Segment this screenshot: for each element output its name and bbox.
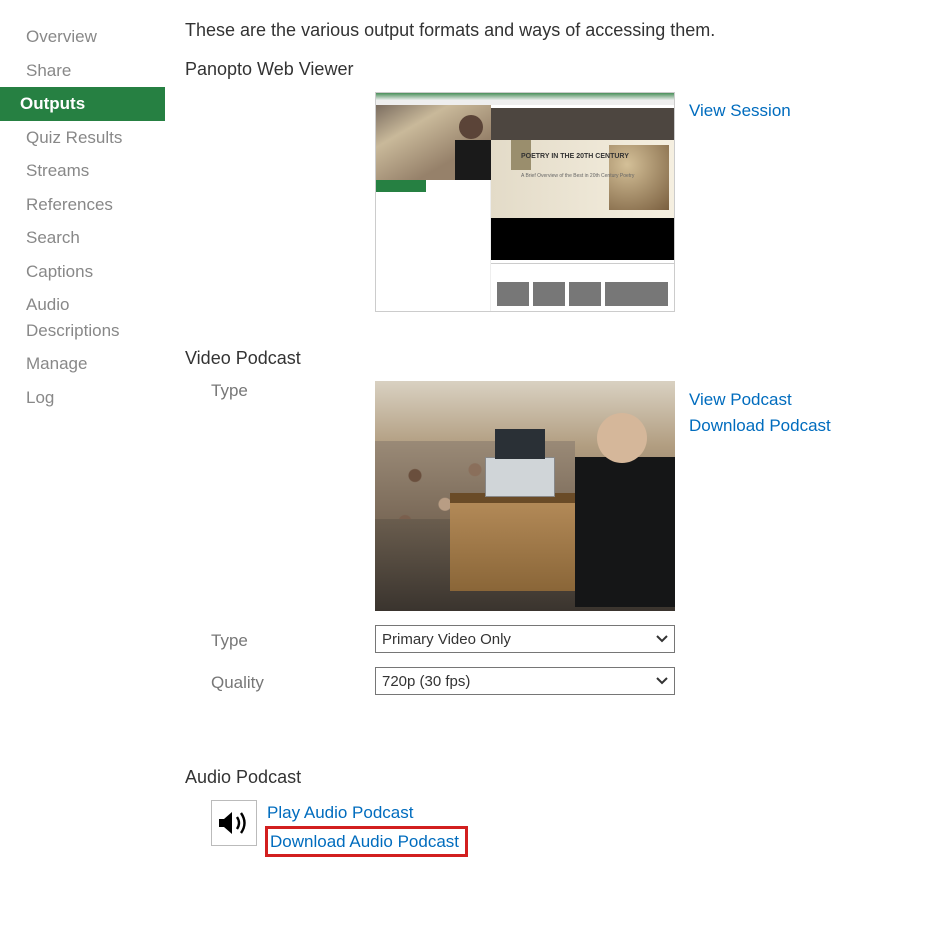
sidebar-item-log[interactable]: Log bbox=[0, 381, 165, 415]
sidebar: Overview Share Outputs Quiz Results Stre… bbox=[0, 0, 165, 897]
view-session-link[interactable]: View Session bbox=[689, 98, 791, 124]
videopodcast-type-heading: Type bbox=[211, 381, 248, 400]
webviewer-thumbnail[interactable]: POETRY IN THE 20TH CENTURY A Brief Overv… bbox=[375, 92, 675, 312]
view-podcast-link[interactable]: View Podcast bbox=[689, 387, 831, 413]
sidebar-item-overview[interactable]: Overview bbox=[0, 20, 165, 54]
sidebar-item-search[interactable]: Search bbox=[0, 221, 165, 255]
sidebar-item-streams[interactable]: Streams bbox=[0, 154, 165, 188]
type-label: Type bbox=[211, 631, 248, 650]
sidebar-item-manage[interactable]: Manage bbox=[0, 347, 165, 381]
intro-text: These are the various output formats and… bbox=[185, 20, 906, 41]
videopodcast-title: Video Podcast bbox=[185, 348, 906, 369]
download-audio-podcast-link[interactable]: Download Audio Podcast bbox=[270, 832, 459, 851]
sidebar-item-quiz-results[interactable]: Quiz Results bbox=[0, 121, 165, 155]
download-podcast-link[interactable]: Download Podcast bbox=[689, 413, 831, 439]
speaker-icon bbox=[211, 800, 257, 846]
download-audio-highlight: Download Audio Podcast bbox=[265, 826, 468, 858]
sidebar-item-captions[interactable]: Captions bbox=[0, 255, 165, 289]
videopodcast-thumbnail[interactable] bbox=[375, 381, 675, 611]
quality-select[interactable]: 720p (30 fps) bbox=[375, 667, 675, 695]
type-select[interactable]: Primary Video Only bbox=[375, 625, 675, 653]
sidebar-item-references[interactable]: References bbox=[0, 188, 165, 222]
audiopodcast-title: Audio Podcast bbox=[185, 767, 906, 788]
play-audio-podcast-link[interactable]: Play Audio Podcast bbox=[267, 800, 468, 826]
quality-label: Quality bbox=[211, 673, 264, 692]
sidebar-item-outputs[interactable]: Outputs bbox=[0, 87, 165, 121]
webviewer-title: Panopto Web Viewer bbox=[185, 59, 906, 80]
sidebar-item-audio-descriptions[interactable]: Audio Descriptions bbox=[0, 288, 165, 347]
main-content: These are the various output formats and… bbox=[165, 0, 926, 897]
sidebar-item-share[interactable]: Share bbox=[0, 54, 165, 88]
